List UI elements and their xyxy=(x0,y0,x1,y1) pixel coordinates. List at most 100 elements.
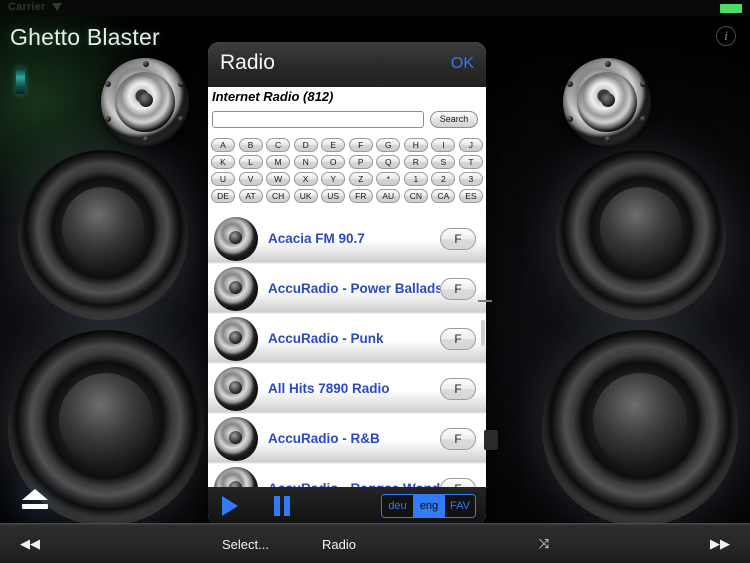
filter-key-v[interactable]: V xyxy=(238,172,263,186)
filter-key-w[interactable]: W xyxy=(266,172,291,186)
filter-key-u[interactable]: U xyxy=(211,172,235,186)
speaker-icon xyxy=(214,316,258,361)
left-tweeter xyxy=(101,58,189,146)
filter-key-cn[interactable]: CN xyxy=(403,189,428,203)
station-name: AccuRadio - R&B xyxy=(268,431,380,446)
wifi-icon xyxy=(52,3,62,11)
filter-key-e[interactable]: E xyxy=(321,138,346,152)
eject-button[interactable] xyxy=(22,489,48,511)
ok-button[interactable]: OK xyxy=(451,55,474,73)
filter-key-y[interactable]: Y xyxy=(321,172,346,186)
station-name: AccuRadio - Reggae Wonderland xyxy=(268,481,440,487)
next-track-button[interactable]: ▶▶ xyxy=(700,524,740,563)
station-name: AccuRadio - Power Ballads xyxy=(268,281,440,296)
filter-key-x[interactable]: X xyxy=(293,172,318,186)
filter-key-us[interactable]: US xyxy=(321,189,346,203)
shuffle-icon[interactable]: ⤨ xyxy=(524,524,564,563)
status-bar: Carrier xyxy=(0,0,750,16)
filter-key-q[interactable]: Q xyxy=(376,155,401,169)
station-name: AccuRadio - Punk xyxy=(268,331,384,346)
dialog-header: Radio OK xyxy=(208,42,486,87)
right-tweeter xyxy=(563,58,651,146)
right-woofer-upper xyxy=(556,150,726,320)
search-button[interactable]: Search xyxy=(430,110,478,128)
favorite-button[interactable]: F xyxy=(440,377,476,400)
page-title: Ghetto Blaster xyxy=(10,24,160,50)
keypad-row: DE AT CH UK US FR AU CN CA ES xyxy=(211,189,483,203)
scroll-tick xyxy=(478,300,492,302)
filter-key-de[interactable]: DE xyxy=(211,189,235,203)
bottom-toolbar: ◀◀ Select... Radio ⤨ ▶▶ xyxy=(0,523,750,563)
filter-key-m[interactable]: M xyxy=(266,155,291,169)
filter-key-p[interactable]: P xyxy=(348,155,373,169)
ghetto-blaster-app: Ghetto Blaster i Carrier Radio OK Intern… xyxy=(0,0,750,563)
eject-icon xyxy=(22,489,48,500)
filter-key-o[interactable]: O xyxy=(321,155,346,169)
scrollbar-thumb[interactable] xyxy=(481,320,485,346)
filter-key-uk[interactable]: UK xyxy=(293,189,318,203)
station-row[interactable]: AccuRadio - R&B F xyxy=(208,414,486,464)
dialog-title: Radio xyxy=(220,51,275,74)
filter-key-z[interactable]: Z xyxy=(348,172,373,186)
filter-key-3[interactable]: 3 xyxy=(458,172,483,186)
filter-key-f[interactable]: F xyxy=(348,138,373,152)
filter-key-l[interactable]: L xyxy=(238,155,263,169)
favorite-button[interactable]: F xyxy=(440,327,476,350)
favorite-button[interactable]: F xyxy=(440,227,476,250)
filter-key-ch[interactable]: CH xyxy=(266,189,291,203)
speaker-icon xyxy=(214,416,258,461)
filter-key-1[interactable]: 1 xyxy=(403,172,428,186)
filter-key-fr[interactable]: FR xyxy=(348,189,373,203)
play-icon[interactable] xyxy=(222,496,238,516)
filter-key-g[interactable]: G xyxy=(376,138,401,152)
filter-key-d[interactable]: D xyxy=(293,138,318,152)
search-input[interactable] xyxy=(212,110,424,128)
filter-key-es[interactable]: ES xyxy=(458,189,483,203)
language-segment-deu[interactable]: deu xyxy=(382,495,413,517)
filter-key-s[interactable]: S xyxy=(431,155,456,169)
station-row[interactable]: AccuRadio - Reggae WonderlandF xyxy=(208,464,486,487)
keypad-row: U V W X Y Z * 1 2 3 xyxy=(211,172,483,186)
dialog-subtitle: Internet Radio (812) xyxy=(208,87,486,107)
station-row[interactable]: AccuRadio - Punk F xyxy=(208,314,486,364)
pause-icon[interactable] xyxy=(274,496,290,516)
filter-key-r[interactable]: R xyxy=(403,155,428,169)
language-segment-fav[interactable]: FAV xyxy=(444,495,475,517)
speaker-icon xyxy=(214,366,258,411)
station-row[interactable]: Acacia FM 90.7 F xyxy=(208,214,486,264)
station-row[interactable]: AccuRadio - Power Ballads F xyxy=(208,264,486,314)
radio-button[interactable]: Radio xyxy=(322,524,356,563)
filter-key-b[interactable]: B xyxy=(238,138,263,152)
station-name: Acacia FM 90.7 xyxy=(268,231,365,246)
carrier-label: Carrier xyxy=(8,1,46,13)
select-button[interactable]: Select... xyxy=(222,524,269,563)
filter-key-2[interactable]: 2 xyxy=(431,172,456,186)
radio-dialog: Radio OK Internet Radio (812) Search ABC… xyxy=(208,42,486,525)
favorite-button[interactable]: F xyxy=(440,427,476,450)
filter-key-n[interactable]: N xyxy=(293,155,318,169)
favorite-button[interactable]: F xyxy=(440,477,476,487)
filter-key-au[interactable]: AU xyxy=(376,189,401,203)
filter-key-ca[interactable]: CA xyxy=(431,189,456,203)
filter-key-h[interactable]: H xyxy=(403,138,428,152)
filter-key-a[interactable]: A xyxy=(211,138,235,152)
side-nub xyxy=(484,430,498,450)
filter-key-j[interactable]: J xyxy=(458,138,483,152)
filter-key-c[interactable]: C xyxy=(266,138,291,152)
filter-key-k[interactable]: K xyxy=(211,155,235,169)
filter-key-*[interactable]: * xyxy=(376,172,401,186)
language-segmented-control[interactable]: deu eng FAV xyxy=(381,494,476,518)
keypad-row: KLMNOPQRST xyxy=(211,155,483,169)
filter-key-t[interactable]: T xyxy=(458,155,483,169)
filter-key-at[interactable]: AT xyxy=(238,189,263,203)
search-row: Search xyxy=(208,107,486,131)
alphabet-filter-keypad: A B C D E F G H I J K L M N O P Q R S T U V W X Y Z * 1 2 3 DE AT CH UK US… xyxy=(208,131,486,214)
language-segment-eng[interactable]: eng xyxy=(413,495,444,517)
right-woofer-lower xyxy=(542,330,738,526)
info-icon[interactable]: i xyxy=(716,26,736,46)
station-list[interactable]: Acacia FM 90.7 F AccuRadio - Power Ballads… xyxy=(208,214,486,487)
favorite-button[interactable]: F xyxy=(440,277,476,300)
station-row[interactable]: All Hits 7890 Radio F xyxy=(208,364,486,414)
previous-track-button[interactable]: ◀◀ xyxy=(10,524,50,563)
filter-key-i[interactable]: I xyxy=(431,138,456,152)
